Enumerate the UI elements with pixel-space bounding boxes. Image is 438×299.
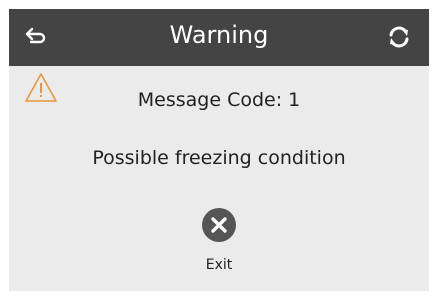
header-bar: Warning: [9, 9, 429, 66]
exit-button[interactable]: Exit: [195, 207, 243, 279]
message-code: Message Code: 1: [137, 89, 301, 111]
warning-dialog: Warning Message Code: 1 Possible freezin…: [9, 9, 429, 291]
page-title: Warning: [169, 21, 269, 49]
exit-label: Exit: [205, 257, 233, 273]
message-text: Possible freezing condition: [92, 147, 346, 169]
close-circle-icon: [202, 208, 236, 242]
refresh-icon: [389, 26, 409, 48]
refresh-button[interactable]: [385, 23, 413, 51]
